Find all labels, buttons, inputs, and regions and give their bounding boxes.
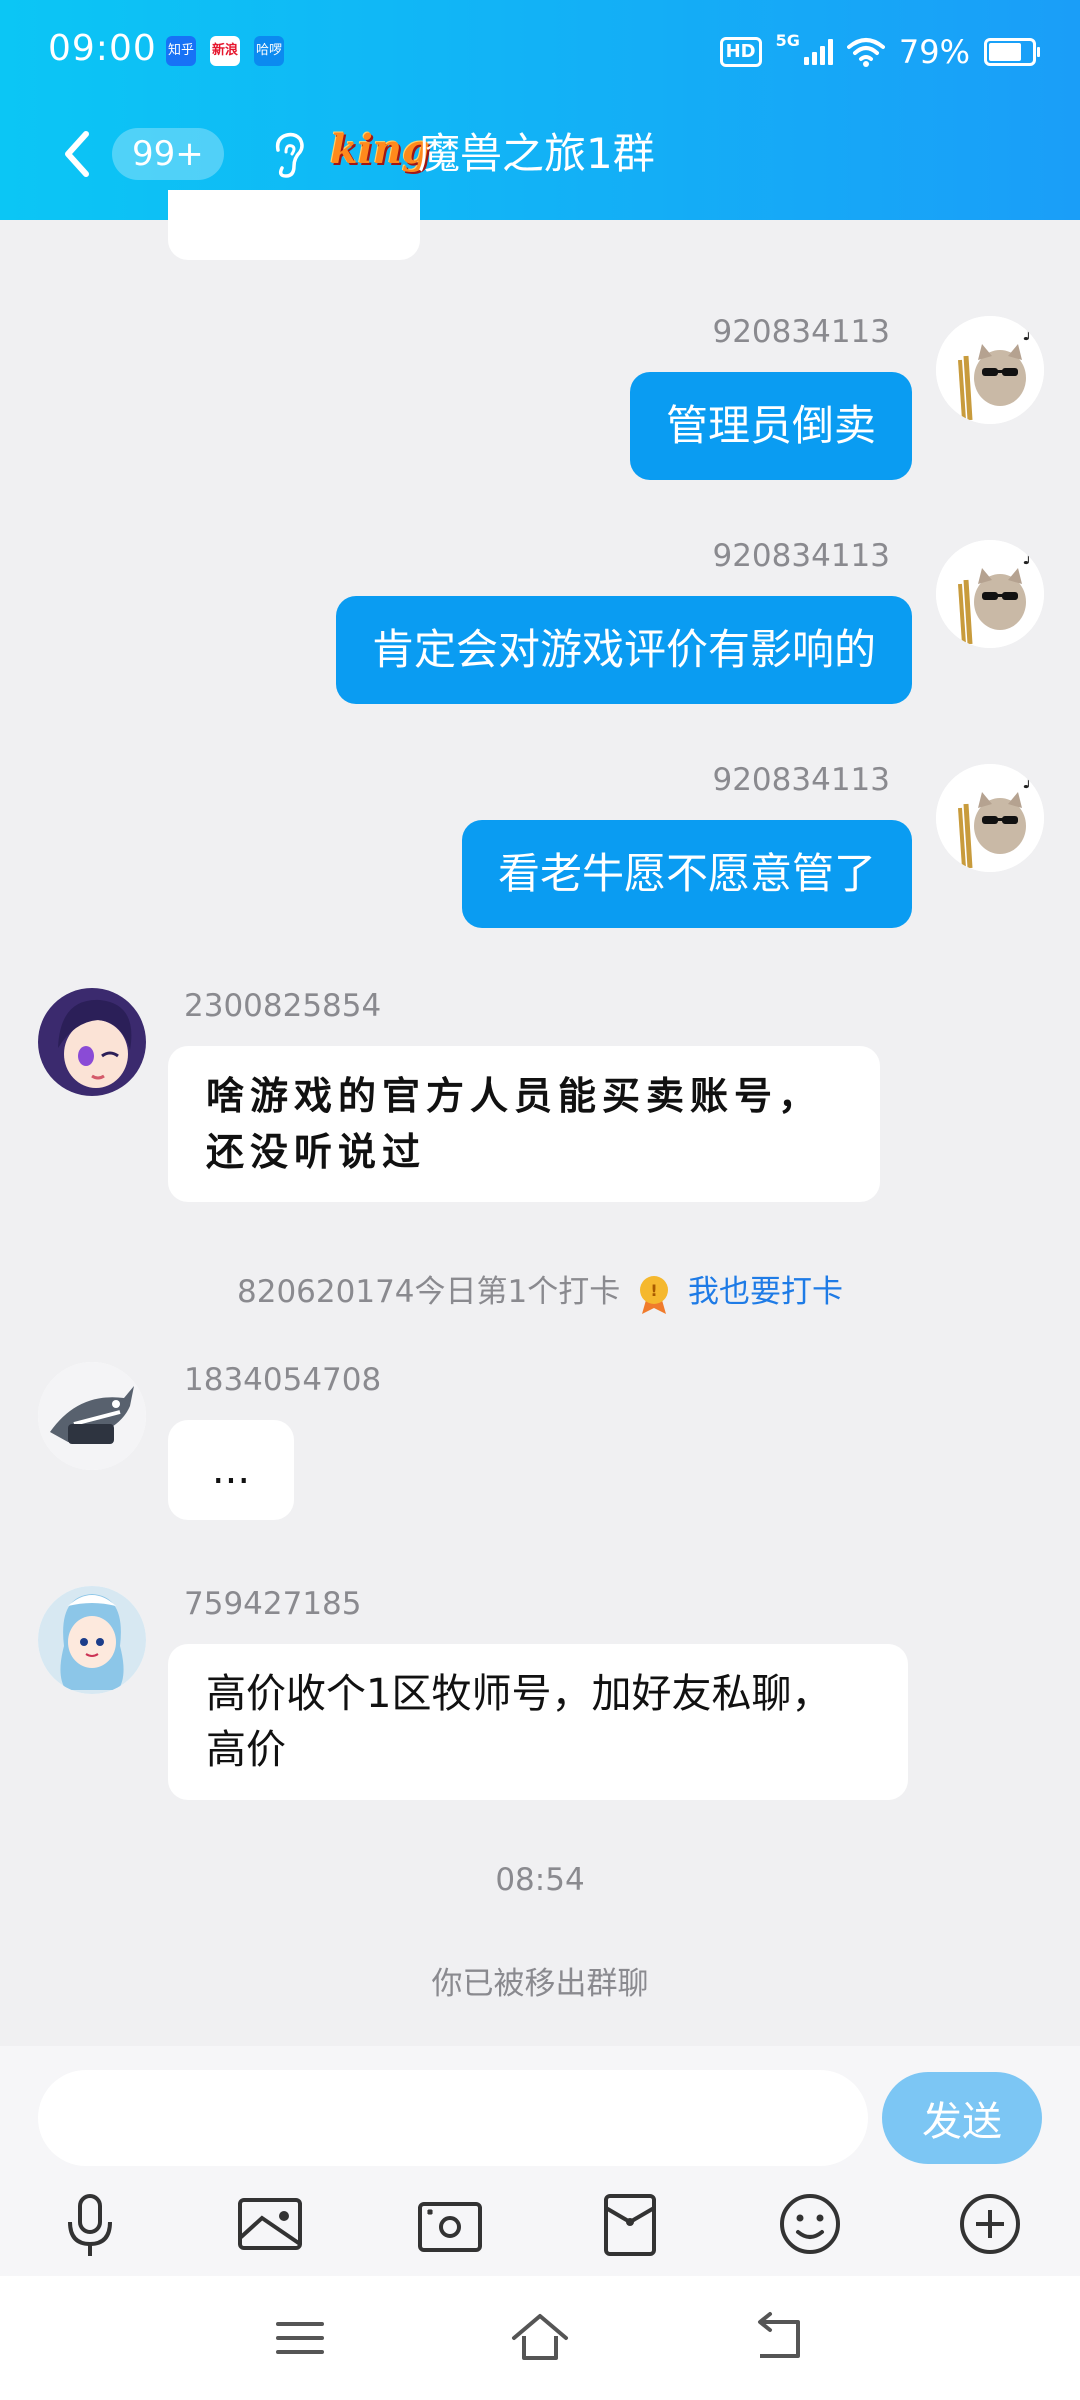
back-arrow-icon[interactable] bbox=[54, 124, 104, 184]
checkin-link[interactable]: 我也要打卡 bbox=[688, 1274, 843, 1310]
back-icon[interactable] bbox=[748, 2306, 812, 2370]
hellobike-app-icon: 哈啰 bbox=[254, 36, 284, 66]
checkin-text: 820620174今日第1个打卡 bbox=[237, 1274, 621, 1310]
sender-id: 920834113 bbox=[712, 314, 890, 350]
camera-icon[interactable] bbox=[412, 2186, 488, 2262]
system-navigation-bar bbox=[0, 2276, 1080, 2400]
avatar-squid-girl-icon[interactable] bbox=[38, 1586, 146, 1694]
battery-icon bbox=[984, 38, 1040, 66]
wifi-icon bbox=[846, 38, 885, 67]
earpiece-mode-icon[interactable] bbox=[268, 130, 312, 180]
sender-id: 759427185 bbox=[184, 1586, 362, 1622]
send-button[interactable]: 发送 bbox=[882, 2072, 1042, 2164]
sender-id: 920834113 bbox=[712, 762, 890, 798]
removed-from-group-notice: 你已被移出群聊 bbox=[431, 1966, 649, 2002]
avatar-cat-icon[interactable]: ♪ bbox=[936, 316, 1044, 424]
chat-header: 99+ king 魔兽之旅1群 bbox=[0, 112, 1080, 196]
more-plus-icon[interactable] bbox=[952, 2186, 1028, 2262]
menu-icon[interactable] bbox=[268, 2306, 332, 2370]
sina-app-icon: 新浪 bbox=[210, 36, 240, 66]
network-type: 5G bbox=[775, 30, 800, 50]
group-logo: king bbox=[330, 126, 430, 173]
sender-id: 920834113 bbox=[712, 538, 890, 574]
hd-voice-badge: HD bbox=[719, 37, 762, 67]
emoji-icon[interactable] bbox=[772, 2186, 848, 2262]
status-indicators: HD 5G 79% bbox=[719, 28, 1040, 76]
microphone-icon[interactable] bbox=[52, 2186, 128, 2262]
avatar-cat-icon[interactable]: ♪ bbox=[936, 764, 1044, 872]
svg-text:!: ! bbox=[650, 1281, 657, 1300]
status-time: 09:00 bbox=[48, 28, 157, 69]
sender-id: 2300825854 bbox=[184, 988, 382, 1024]
message-input[interactable] bbox=[38, 2070, 868, 2166]
svg-text:♪: ♪ bbox=[1022, 545, 1035, 569]
message-bubble[interactable]: 看老牛愿不愿意管了 bbox=[461, 820, 912, 928]
message-bubble[interactable]: 肯定会对游戏评价有影响的 bbox=[335, 596, 912, 704]
message-bubble[interactable]: 啥游戏的官方人员能买卖账号，还没听说过 bbox=[168, 1046, 880, 1202]
red-packet-icon[interactable] bbox=[592, 2186, 668, 2262]
home-icon[interactable] bbox=[508, 2306, 572, 2370]
medal-icon: ! bbox=[640, 1275, 669, 1314]
message-bubble[interactable]: ... bbox=[168, 1420, 294, 1520]
group-title[interactable]: 魔兽之旅1群 bbox=[418, 124, 655, 184]
sender-id: 1834054708 bbox=[184, 1362, 382, 1398]
cell-signal-icon bbox=[803, 39, 833, 65]
message-bubble[interactable]: 高价收个1区牧师号，加好友私聊，高价 bbox=[168, 1644, 908, 1800]
svg-text:♪: ♪ bbox=[1022, 769, 1035, 793]
image-icon[interactable] bbox=[232, 2186, 308, 2262]
zhihu-app-icon: 知乎 bbox=[166, 36, 196, 66]
avatar-anime-girl-icon[interactable] bbox=[38, 988, 146, 1096]
battery-percent: 79% bbox=[898, 33, 970, 71]
checkin-notice: 820620174今日第1个打卡 ! 我也要打卡 bbox=[0, 1266, 1080, 1314]
message-bubble[interactable]: 管理员倒卖 bbox=[629, 372, 912, 480]
previous-message-bubble bbox=[168, 190, 420, 260]
input-area: 发送 bbox=[0, 2046, 1080, 2276]
avatar-shark-icon[interactable] bbox=[38, 1362, 146, 1470]
avatar-cat-icon[interactable]: ♪ bbox=[936, 540, 1044, 648]
unread-count-badge[interactable]: 99+ bbox=[112, 128, 224, 180]
top-bar: 09:00 知乎 新浪 哈啰 HD 5G 79% 99+ king 魔兽之旅1群 bbox=[0, 0, 1080, 220]
message-timestamp: 08:54 bbox=[495, 1862, 585, 1898]
svg-text:♪: ♪ bbox=[1022, 321, 1035, 345]
